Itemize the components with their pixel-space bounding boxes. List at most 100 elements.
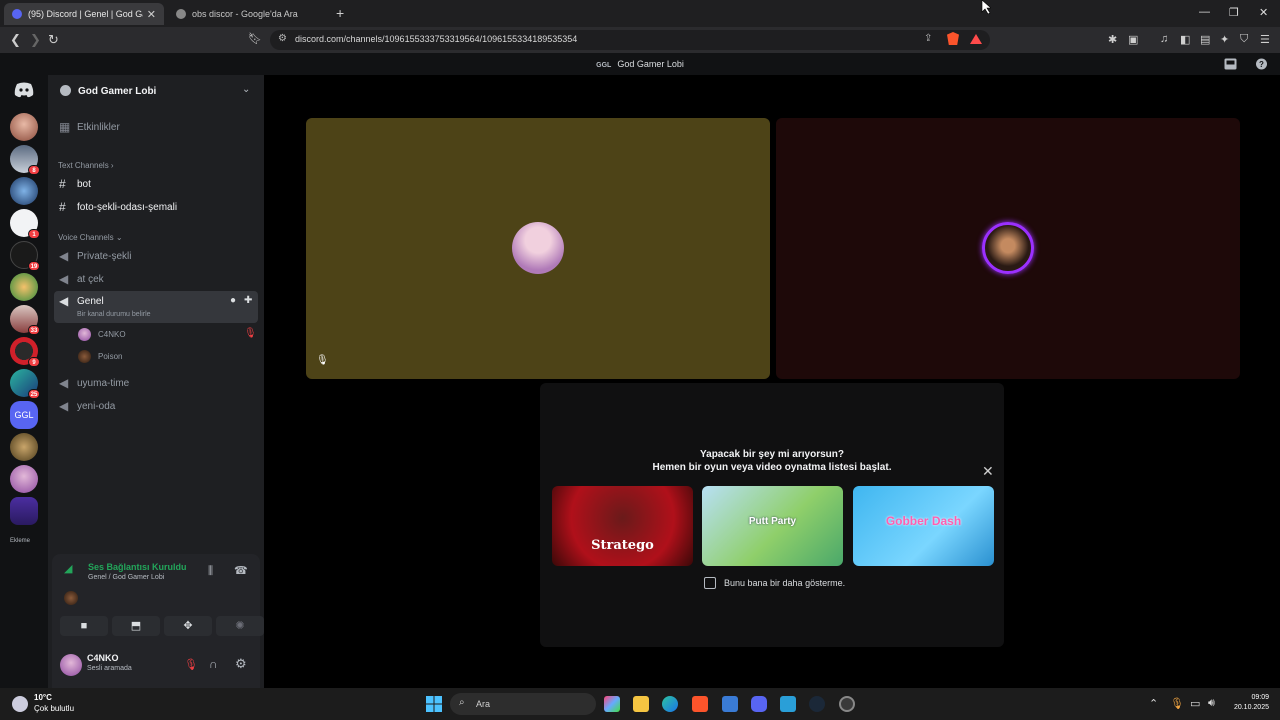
brave-icon[interactable] — [692, 696, 708, 712]
game-title: Putt Party — [748, 516, 797, 527]
disconnect-icon[interactable]: ☎ — [234, 564, 248, 577]
store-icon[interactable] — [722, 696, 738, 712]
server-icon[interactable]: 9 — [10, 337, 40, 367]
close-tab-icon[interactable]: ✕ — [147, 8, 156, 21]
dont-show-again-checkbox[interactable] — [704, 577, 716, 589]
steam-icon[interactable] — [809, 696, 825, 712]
server-icon[interactable] — [10, 113, 38, 141]
channel-bot[interactable]: # bot — [54, 174, 258, 194]
voice-user[interactable]: Poison — [78, 347, 258, 365]
tab-google[interactable]: obs discor - Google'da Ara — [168, 3, 338, 25]
tab-discord[interactable]: (95) Discord | Genel | God Gamer ✕ — [4, 3, 164, 25]
close-window-icon[interactable]: ✕ — [1259, 6, 1268, 19]
leo-ai-icon[interactable]: ✦ — [1220, 33, 1229, 46]
volume-icon[interactable]: 🔊︎ — [1208, 697, 1215, 710]
settings-gear-icon[interactable]: ⚙ — [235, 656, 247, 672]
site-settings-icon[interactable]: ⚙ — [278, 33, 287, 44]
weather-icon[interactable] — [12, 696, 28, 712]
activity-button[interactable]: ✥ — [164, 616, 212, 636]
chat-bubble-icon[interactable]: ● — [230, 295, 236, 306]
events-item[interactable]: ▦ Etkinlikler — [54, 117, 258, 137]
chevron-down-icon[interactable]: ⌄ — [242, 84, 250, 95]
user-avatar[interactable] — [60, 654, 82, 676]
reload-icon[interactable]: ↻ — [48, 32, 59, 48]
invite-icon[interactable]: ✚ — [244, 295, 252, 306]
server-icon[interactable]: 19 — [10, 241, 40, 271]
server-icon[interactable]: 1 — [10, 209, 40, 239]
restore-icon[interactable]: ❐ — [1229, 6, 1239, 19]
windows-start-icon[interactable] — [426, 696, 442, 712]
server-icon[interactable]: 8 — [10, 145, 40, 175]
server-icon[interactable] — [10, 273, 38, 301]
sidebar-icon[interactable]: ◧ — [1180, 33, 1190, 46]
server-icon[interactable] — [10, 433, 38, 461]
mic-in-use-icon[interactable]: 🎙︎ — [1170, 697, 1184, 710]
media-icon[interactable]: ♫ — [1160, 33, 1168, 45]
wallet-icon[interactable]: ▤ — [1200, 33, 1210, 46]
edge-icon[interactable] — [662, 696, 678, 712]
tab-title: obs discor - Google'da Ara — [192, 9, 298, 19]
taskbar-search[interactable]: ⌕ Ara — [450, 693, 596, 715]
back-icon[interactable]: ❮ — [10, 32, 21, 48]
screenshot-icon[interactable]: ▣ — [1128, 33, 1138, 46]
app-icon[interactable] — [780, 696, 796, 712]
obs-icon[interactable] — [839, 696, 855, 712]
voice-channel-genel[interactable]: ◀︎ Genel Bir kanal durumu belirle ● ✚ — [54, 291, 258, 323]
soundboard-button[interactable]: ✺ — [216, 616, 264, 636]
connection-location[interactable]: Genel / God Gamer Lobi — [88, 574, 164, 581]
dont-show-again-label[interactable]: Bunu bana bir daha gösterme. — [724, 578, 845, 588]
connection-status[interactable]: Ses Bağlantısı Kuruldu — [88, 562, 187, 572]
brave-rewards-icon[interactable] — [970, 34, 982, 44]
voice-user[interactable]: C4NKO 🎙︎ — [78, 325, 258, 343]
server-icon-active[interactable]: GGL — [10, 401, 38, 429]
tray-overflow-icon[interactable]: ⌃ — [1149, 697, 1158, 710]
network-icon[interactable]: ▭ — [1190, 697, 1200, 710]
muted-mic-icon[interactable]: 🎙︎ — [184, 658, 198, 671]
user-name[interactable]: C4NKO — [87, 653, 119, 663]
new-tab-button[interactable]: + — [336, 5, 344, 21]
vpn-icon[interactable]: ⛉ — [1240, 33, 1248, 46]
voice-channel-at-cek[interactable]: ◀︎ at çek — [54, 269, 258, 289]
server-icon[interactable]: 25 — [10, 369, 40, 399]
copilot-icon[interactable] — [604, 696, 620, 712]
screen-share-button[interactable]: ⬒ — [112, 616, 160, 636]
minimize-icon[interactable]: — — [1199, 6, 1210, 18]
system-clock[interactable]: 09:09 20.10.2025 — [1225, 694, 1269, 711]
weather-desc[interactable]: Çok bulutlu — [34, 704, 74, 713]
voice-channel-private[interactable]: ◀︎ Private-şekli — [54, 246, 258, 266]
noise-suppression-icon[interactable]: ⫼ — [208, 565, 213, 578]
server-icon[interactable]: 33 — [10, 305, 40, 335]
channel-status-hint[interactable]: Bir kanal durumu belirle — [77, 311, 151, 318]
forward-icon[interactable]: ❯ — [30, 32, 41, 48]
discord-home-icon[interactable] — [14, 82, 34, 98]
bookmark-icon[interactable]: 🔖︎ — [248, 32, 262, 45]
voice-channel-uyuma[interactable]: ◀︎ uyuma-time — [54, 373, 258, 393]
address-bar[interactable]: ⚙ discord.com/channels/10961553337533195… — [270, 30, 990, 50]
game-card-gobber-dash[interactable]: Gobber Dash — [853, 486, 994, 566]
server-icon[interactable] — [10, 465, 38, 493]
brave-shields-icon[interactable] — [947, 32, 959, 45]
game-card-putt-party[interactable]: Putt Party — [702, 486, 843, 566]
headphones-icon[interactable]: ∩ — [209, 657, 218, 671]
game-card-stratego[interactable]: Stratego — [552, 486, 693, 566]
voice-tile[interactable] — [776, 118, 1240, 379]
channel-label: at çek — [77, 274, 104, 285]
channel-foto[interactable]: # foto-şekli-odası-şemali — [54, 197, 258, 217]
extensions-icon[interactable]: ✱ — [1108, 33, 1117, 46]
weather-temp[interactable]: 10°C — [34, 693, 52, 702]
voice-category[interactable]: Voice Channels ⌄ — [58, 233, 123, 242]
voice-tile[interactable]: 🎙︎ — [306, 118, 770, 379]
share-icon[interactable]: ⇪ — [924, 33, 932, 44]
voice-channel-yeni-oda[interactable]: ◀︎ yeni-oda — [54, 396, 258, 416]
inbox-icon[interactable] — [1224, 58, 1237, 70]
help-icon[interactable]: ? — [1255, 58, 1268, 70]
server-header[interactable]: God Gamer Lobi ⌄ — [48, 75, 264, 107]
text-category[interactable]: Text Channels › — [58, 161, 114, 170]
camera-button[interactable]: ■ — [60, 616, 108, 636]
server-icon[interactable] — [10, 497, 38, 525]
discord-taskbar-icon[interactable] — [751, 696, 767, 712]
menu-icon[interactable]: ☰ — [1260, 33, 1270, 46]
file-explorer-icon[interactable] — [633, 696, 649, 712]
server-icon[interactable] — [10, 177, 38, 205]
url-text[interactable]: discord.com/channels/1096155333753319564… — [295, 34, 577, 44]
